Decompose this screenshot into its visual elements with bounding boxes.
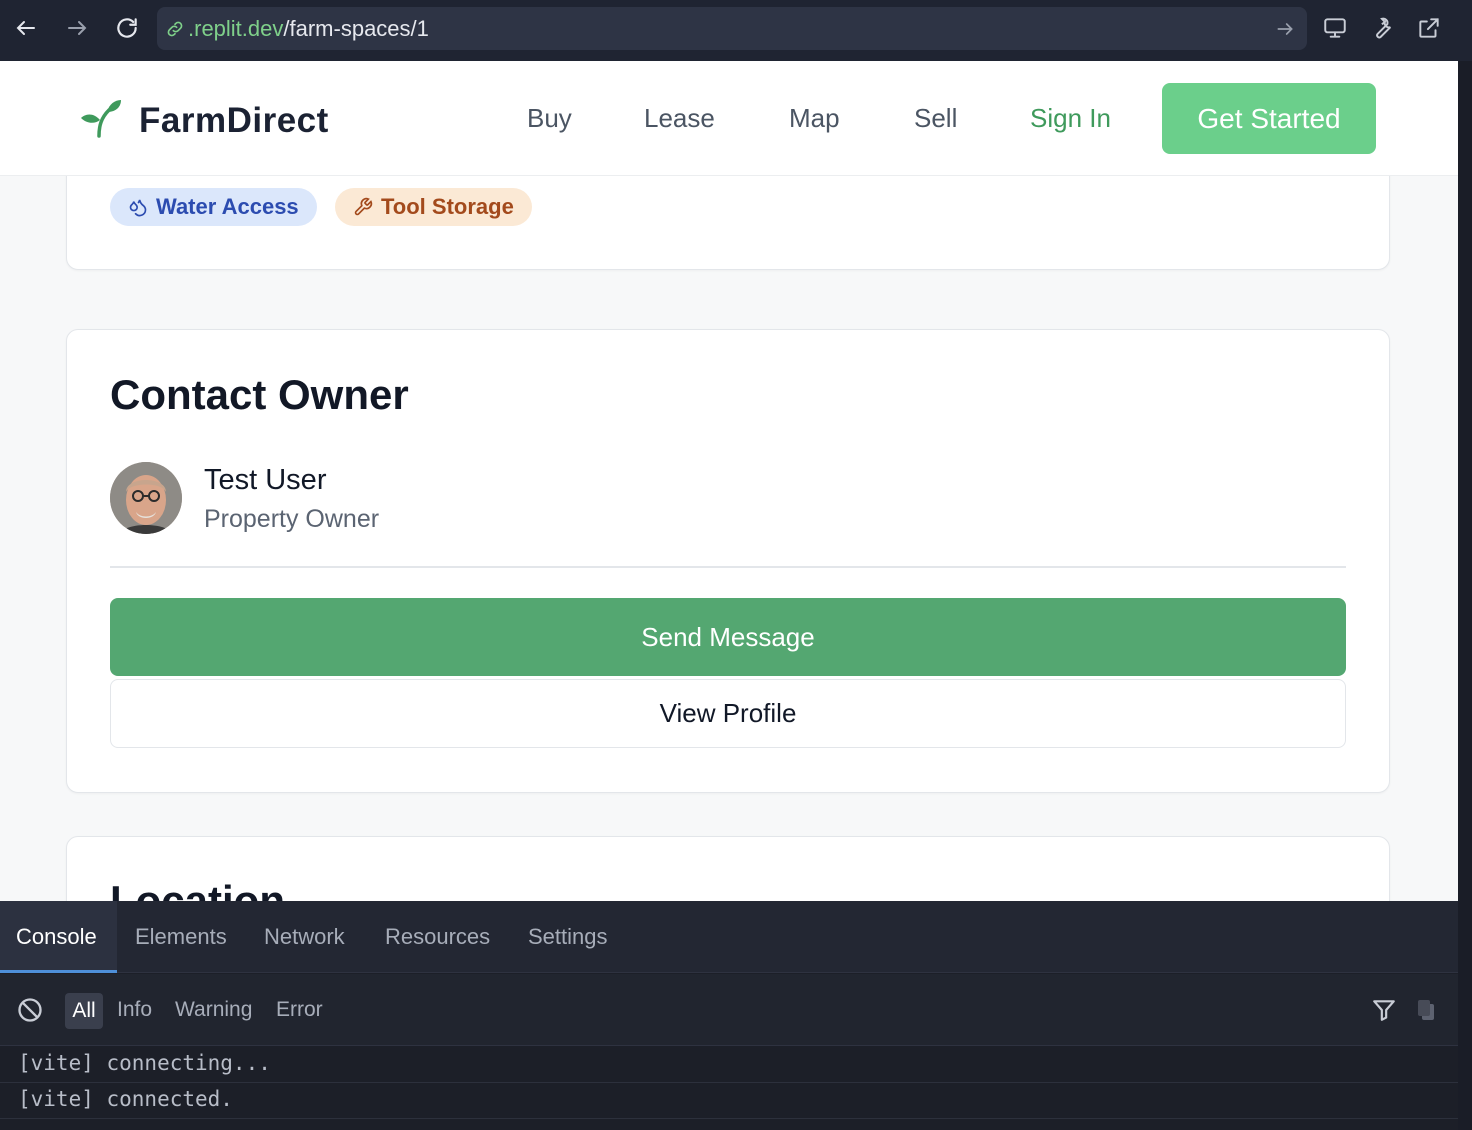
tab-resources[interactable]: Resources bbox=[385, 924, 490, 950]
filter-info[interactable]: Info bbox=[117, 998, 152, 1022]
owner-avatar bbox=[110, 462, 182, 534]
tool-storage-label: Tool Storage bbox=[381, 194, 514, 219]
water-access-tag: Water Access bbox=[110, 188, 317, 226]
filter-funnel-icon[interactable] bbox=[1370, 997, 1398, 1028]
scrollbar-gutter[interactable] bbox=[1458, 61, 1472, 1130]
get-started-button[interactable]: Get Started bbox=[1162, 83, 1376, 154]
nav-map[interactable]: Map bbox=[789, 103, 840, 134]
location-title: Location bbox=[110, 877, 285, 901]
url-path: /farm-spaces/1 bbox=[283, 16, 429, 41]
filter-all[interactable]: All bbox=[65, 993, 103, 1029]
tab-elements[interactable]: Elements bbox=[135, 924, 227, 950]
log-divider bbox=[0, 1118, 1458, 1119]
url-text: .replit.dev/farm-spaces/1 bbox=[188, 16, 429, 42]
nav-lease[interactable]: Lease bbox=[644, 103, 715, 134]
tool-storage-tag: Tool Storage bbox=[335, 188, 532, 226]
console-log-line: [vite] connected. bbox=[18, 1087, 233, 1111]
copy-icon[interactable] bbox=[1414, 997, 1438, 1028]
external-link-icon[interactable] bbox=[1413, 12, 1445, 44]
divider bbox=[110, 566, 1346, 568]
address-bar[interactable]: .replit.dev/farm-spaces/1 bbox=[157, 7, 1307, 50]
forward-arrow-icon[interactable] bbox=[61, 12, 93, 44]
reload-icon[interactable] bbox=[111, 12, 143, 44]
browser-toolbar: .replit.dev/farm-spaces/1 bbox=[0, 0, 1472, 61]
contact-owner-title: Contact Owner bbox=[110, 371, 409, 418]
page-viewport: FarmDirect Buy Lease Map Sell Sign In Ge… bbox=[0, 61, 1458, 901]
console-filter-bar: All Info Warning Error bbox=[0, 974, 1458, 1046]
back-arrow-icon[interactable] bbox=[10, 12, 42, 44]
console-log-line: [vite] connecting... bbox=[18, 1051, 271, 1075]
active-tab-indicator bbox=[0, 970, 117, 973]
view-profile-button[interactable]: View Profile bbox=[110, 679, 1346, 748]
owner-name: Test User bbox=[204, 464, 327, 496]
brand-name: FarmDirect bbox=[139, 100, 329, 140]
send-message-button[interactable]: Send Message bbox=[110, 598, 1346, 676]
wrench-icon bbox=[354, 197, 373, 216]
log-divider bbox=[0, 1082, 1458, 1083]
nav-buy[interactable]: Buy bbox=[527, 103, 572, 134]
site-header: FarmDirect Buy Lease Map Sell Sign In Ge… bbox=[0, 61, 1458, 176]
filter-warning[interactable]: Warning bbox=[175, 998, 252, 1022]
owner-role: Property Owner bbox=[204, 505, 380, 533]
url-host: .replit.dev bbox=[188, 16, 284, 41]
nav-sign-in[interactable]: Sign In bbox=[1030, 103, 1111, 134]
devtools-tab-bar: Console Elements Network Resources Setti… bbox=[0, 901, 1458, 973]
water-access-label: Water Access bbox=[156, 194, 299, 219]
tab-console[interactable]: Console bbox=[16, 924, 97, 950]
link-icon bbox=[164, 19, 186, 39]
go-arrow-icon[interactable] bbox=[1275, 19, 1295, 39]
tab-settings[interactable]: Settings bbox=[528, 924, 608, 950]
droplets-icon bbox=[129, 199, 147, 217]
wrench-icon[interactable] bbox=[1366, 12, 1398, 44]
nav-sell[interactable]: Sell bbox=[914, 103, 957, 134]
tab-network[interactable]: Network bbox=[264, 924, 345, 950]
sprout-icon bbox=[79, 98, 123, 143]
brand-logo[interactable]: FarmDirect bbox=[79, 98, 329, 143]
devtools-panel: Console Elements Network Resources Setti… bbox=[0, 901, 1458, 1130]
clear-console-icon[interactable] bbox=[16, 996, 44, 1029]
monitor-icon[interactable] bbox=[1319, 12, 1351, 44]
filter-error[interactable]: Error bbox=[276, 998, 323, 1022]
